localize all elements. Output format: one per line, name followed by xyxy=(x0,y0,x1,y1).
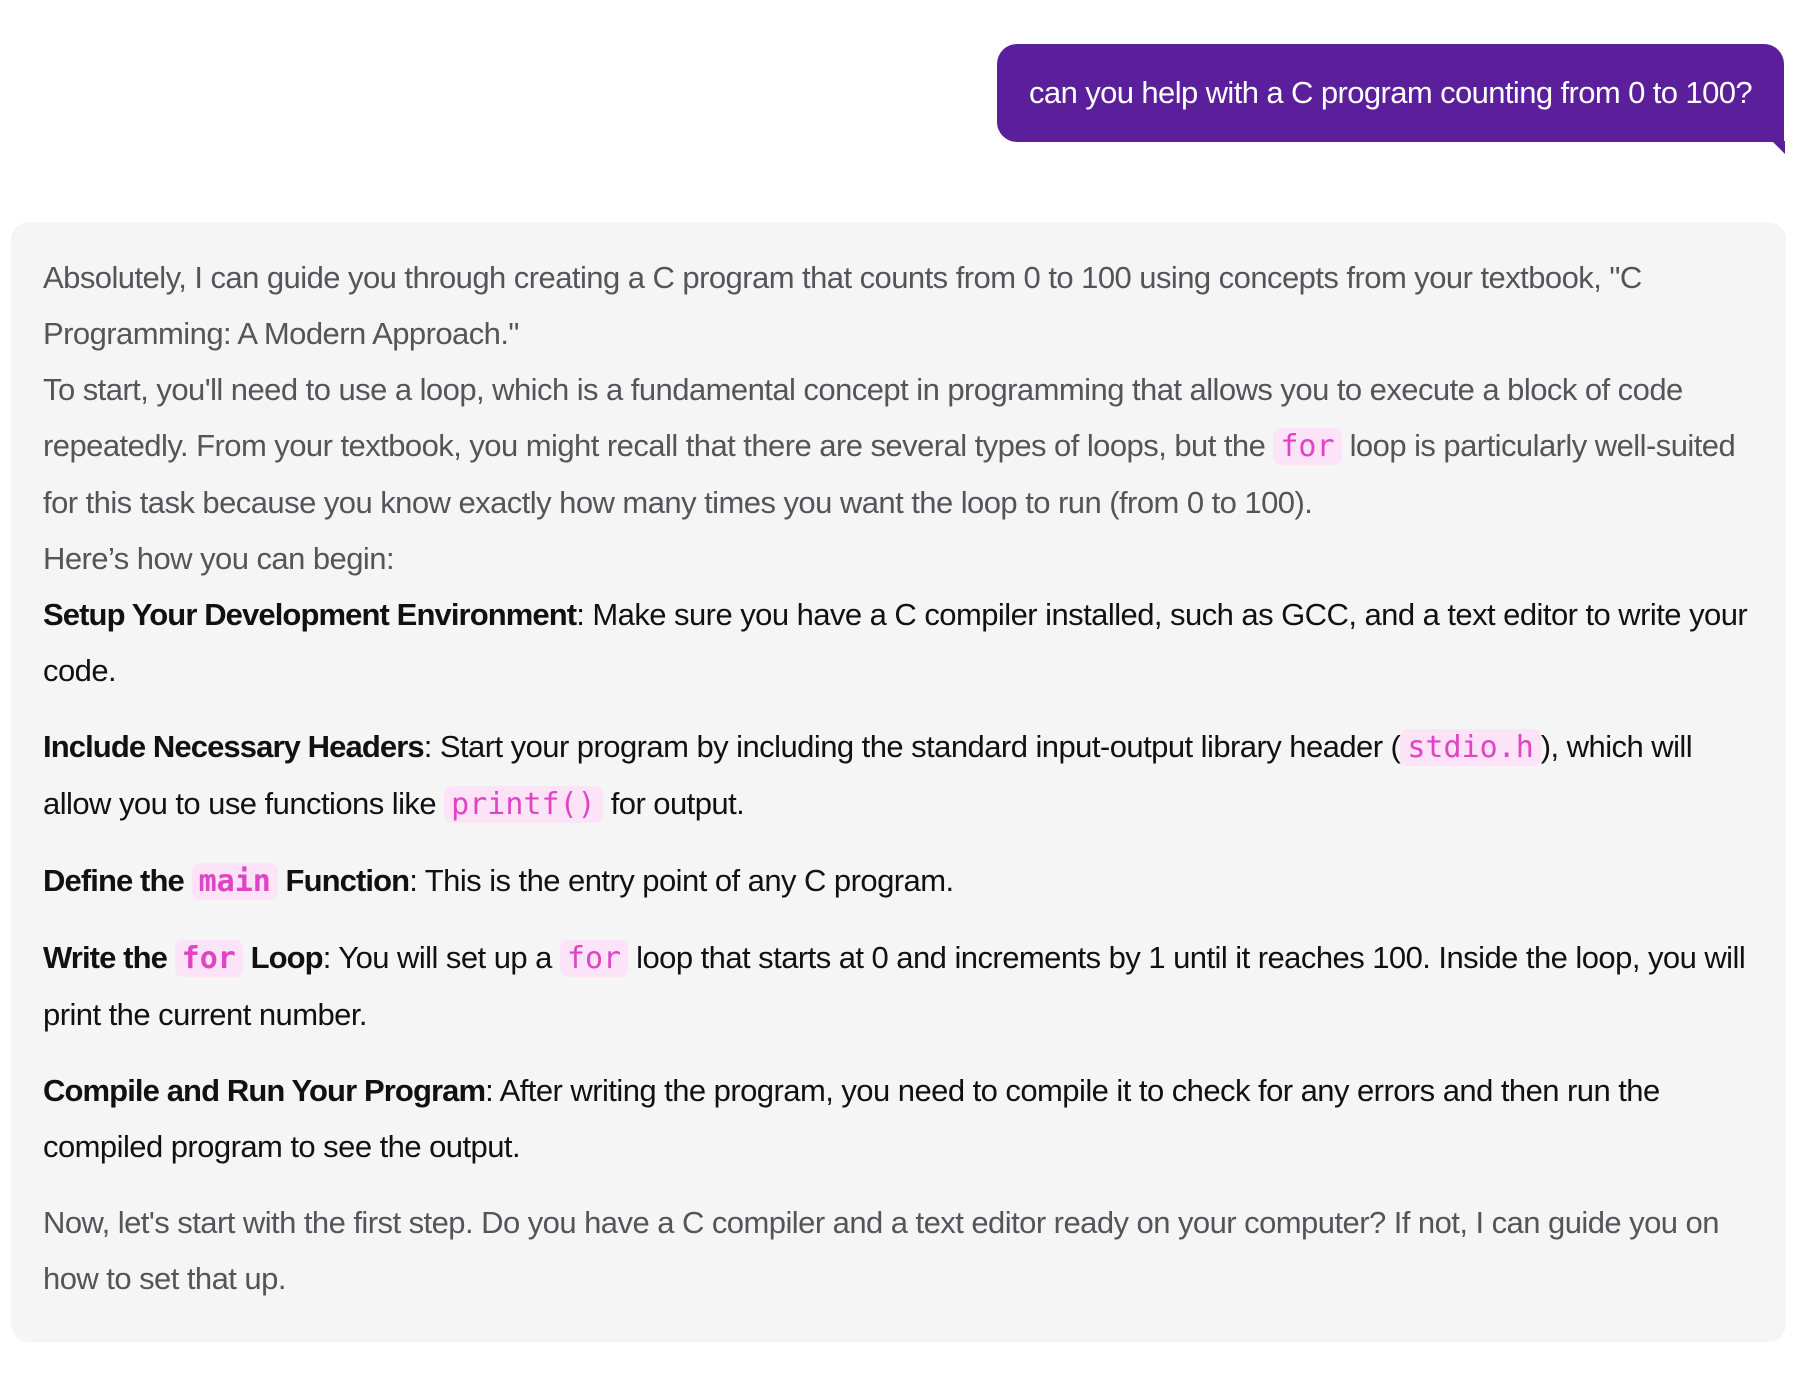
assistant-closing: Now, let's start with the first step. Do… xyxy=(43,1205,1720,1296)
chat-page: can you help with a C program counting f… xyxy=(0,0,1796,1376)
bubble-tail xyxy=(1772,141,1785,154)
user-message-text: can you help with a C program counting f… xyxy=(1029,75,1753,110)
step-loop-title-1: Write the xyxy=(43,940,175,975)
step-headers-text-1: : Start your program by including the st… xyxy=(423,729,1401,764)
inline-code-for: for xyxy=(1273,428,1342,465)
steps-list: Setup Your Development Environment: Make… xyxy=(43,587,1752,1175)
assistant-begin-line: Here’s how you can begin: xyxy=(43,541,395,576)
user-message-bubble: can you help with a C program counting f… xyxy=(997,44,1785,154)
step-main-title-1: Define the xyxy=(43,863,192,898)
step-main-title-2: Function xyxy=(277,863,411,898)
step-main: Define the main Function: This is the en… xyxy=(43,853,1752,910)
step-loop-text-1: : You will set up a xyxy=(322,940,560,975)
step-loop: Write the for Loop: You will set up a fo… xyxy=(43,930,1752,1043)
step-loop-title-2: Loop xyxy=(242,940,324,975)
step-compile-title: Compile and Run Your Program xyxy=(43,1073,486,1108)
step-headers-title: Include Necessary Headers xyxy=(43,729,425,764)
inline-code-stdio: stdio.h xyxy=(1400,729,1541,766)
step-setup-title: Setup Your Development Environment xyxy=(43,597,577,632)
step-compile: Compile and Run Your Program: After writ… xyxy=(43,1063,1752,1175)
assistant-intro: Absolutely, I can guide you through crea… xyxy=(43,260,1642,351)
step-setup: Setup Your Development Environment: Make… xyxy=(43,587,1752,699)
step-headers: Include Necessary Headers: Start your pr… xyxy=(43,719,1752,833)
step-main-text: : This is the entry point of any C progr… xyxy=(409,863,954,898)
step-loop-title: Write the for Loop xyxy=(43,940,324,977)
step-headers-text-3: for output. xyxy=(602,786,745,821)
assistant-loop-paragraph: To start, you'll need to use a loop, whi… xyxy=(43,362,1752,531)
inline-code-for-title: for xyxy=(174,940,243,977)
inline-code-printf: printf() xyxy=(444,786,603,823)
inline-code-for-2: for xyxy=(559,940,629,977)
assistant-message-card: Absolutely, I can guide you through crea… xyxy=(11,222,1786,1342)
inline-code-main: main xyxy=(191,863,278,900)
step-main-title: Define the main Function xyxy=(43,863,411,900)
